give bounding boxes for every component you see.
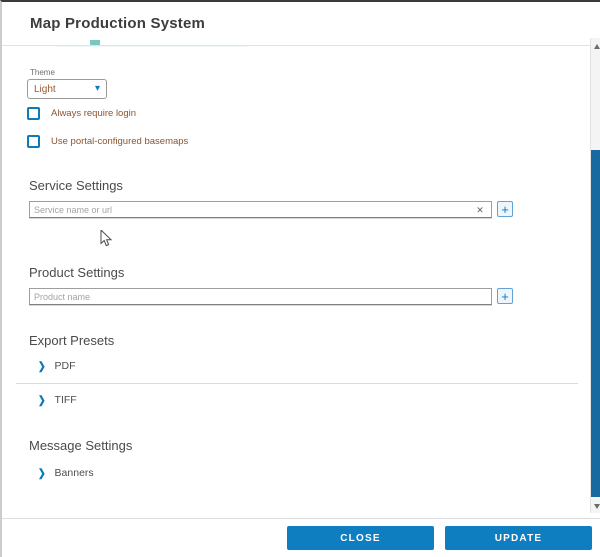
export-presets-heading: Export Presets — [29, 333, 114, 348]
checkbox-row-require-login[interactable]: Always require login — [27, 107, 136, 120]
clear-icon[interactable]: ✕ — [473, 203, 487, 217]
theme-dropdown-value: Light — [34, 84, 95, 95]
expander-tiff-label: TIFF — [55, 394, 77, 406]
close-button[interactable]: CLOSE — [287, 526, 434, 550]
scrollable-content: Theme Light ▾ Always require login Use p… — [2, 47, 590, 517]
plus-icon: + — [501, 290, 509, 303]
chevron-right-icon: ❯ — [38, 394, 46, 407]
mouse-cursor-icon — [100, 230, 112, 247]
vertical-scrollbar[interactable] — [590, 38, 600, 513]
arrow-up-icon — [594, 44, 600, 49]
scrollbar-thumb[interactable] — [591, 150, 600, 497]
service-name-input[interactable] — [29, 201, 492, 218]
update-button[interactable]: UPDATE — [445, 526, 592, 550]
portal-basemaps-checkbox[interactable] — [27, 135, 40, 148]
scroll-down-button[interactable] — [591, 500, 600, 512]
expander-banners[interactable]: ❯ Banners — [38, 467, 94, 479]
chevron-right-icon: ❯ — [38, 467, 46, 480]
add-product-button[interactable]: + — [497, 288, 513, 304]
require-login-checkbox[interactable] — [27, 107, 40, 120]
product-settings-heading: Product Settings — [29, 265, 124, 280]
chevron-down-icon: ▾ — [95, 84, 100, 94]
portal-basemaps-label: Use portal-configured basemaps — [51, 136, 188, 147]
message-settings-heading: Message Settings — [29, 438, 132, 453]
plus-icon: + — [501, 203, 509, 216]
scrolled-content-artifact-mark — [90, 40, 100, 45]
dialog-title: Map Production System — [30, 15, 205, 32]
theme-dropdown[interactable]: Light ▾ — [27, 79, 107, 99]
scroll-up-button[interactable] — [591, 40, 600, 52]
require-login-label: Always require login — [51, 108, 136, 119]
settings-dialog: Map Production System Theme Light ▾ Alwa… — [0, 0, 600, 557]
expander-tiff[interactable]: ❯ TIFF — [38, 394, 77, 406]
theme-field-label: Theme — [30, 68, 55, 77]
chevron-right-icon: ❯ — [38, 360, 46, 373]
product-name-input[interactable] — [29, 288, 492, 305]
service-settings-heading: Service Settings — [29, 178, 123, 193]
arrow-down-icon — [594, 504, 600, 509]
add-service-button[interactable]: + — [497, 201, 513, 217]
dialog-footer: CLOSE UPDATE — [2, 518, 600, 557]
expander-pdf-label: PDF — [55, 360, 76, 372]
expander-pdf[interactable]: ❯ PDF — [38, 360, 76, 372]
divider — [16, 383, 578, 384]
checkbox-row-portal-basemaps[interactable]: Use portal-configured basemaps — [27, 135, 188, 148]
expander-banners-label: Banners — [55, 467, 94, 479]
